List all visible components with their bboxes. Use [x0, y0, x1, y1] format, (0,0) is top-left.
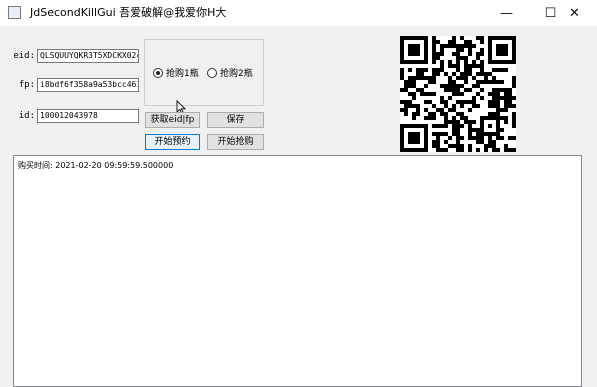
get-eid-fp-button[interactable]: 获取eid|fp [145, 112, 200, 128]
start-buy-button[interactable]: 开始抢购 [207, 134, 264, 150]
id-label: id: [18, 111, 35, 121]
eid-label: eid: [13, 51, 35, 61]
window-title: JdSecondKillGui 吾爱破解@我爱你H大 [30, 6, 227, 19]
close-button[interactable]: ✕ [552, 0, 597, 26]
fp-label: fp: [18, 80, 35, 90]
start-reserve-button[interactable]: 开始预约 [145, 134, 200, 150]
radio-buy-2[interactable]: 抢购2瓶 [207, 66, 253, 79]
fp-field[interactable]: i8bdf6f358a9a53bcc461 [37, 78, 139, 92]
app-icon [8, 6, 21, 19]
save-button[interactable]: 保存 [207, 112, 264, 128]
id-field[interactable]: 100012043978 [37, 109, 139, 123]
radio-checked-icon [153, 67, 163, 78]
quantity-radio-group: 抢购1瓶 抢购2瓶 [144, 39, 264, 106]
radio-buy-1-label: 抢购1瓶 [166, 69, 199, 79]
radio-buy-2-label: 抢购2瓶 [220, 69, 253, 79]
eid-field[interactable]: QLSQUUYQKR3T5XDCKX024 [37, 49, 139, 63]
radio-unchecked-icon [207, 67, 217, 78]
title-bar: JdSecondKillGui 吾爱破解@我爱你H大 — ☐ ✕ [0, 0, 597, 26]
qr-code-icon [400, 36, 516, 152]
minimize-button[interactable]: — [484, 0, 529, 26]
radio-buy-1[interactable]: 抢购1瓶 [153, 66, 199, 79]
log-line: 购买时间: 2021-02-20 09:59:59.500000 [18, 161, 174, 170]
log-output[interactable]: 购买时间: 2021-02-20 09:59:59.500000 [13, 155, 582, 387]
